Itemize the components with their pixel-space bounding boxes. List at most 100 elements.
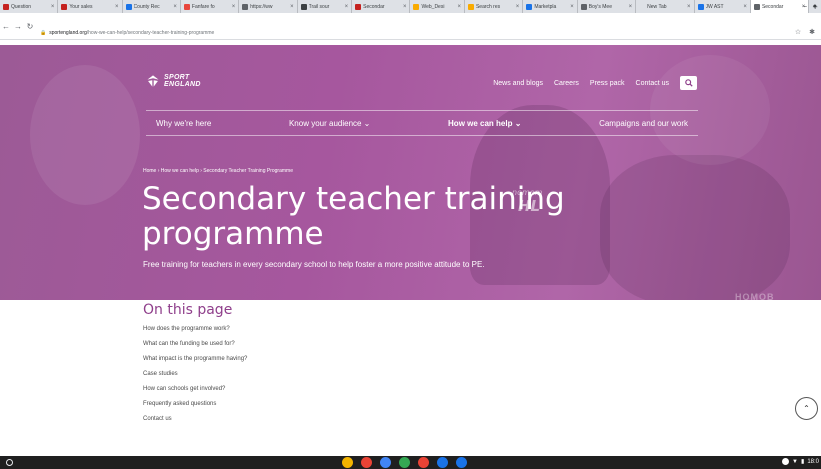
browser-tab[interactable]: Secondar × xyxy=(750,0,810,13)
search-button[interactable] xyxy=(680,76,697,90)
clock: 18:0 xyxy=(807,458,819,465)
tab-close-icon[interactable]: × xyxy=(290,4,294,10)
tab-close-icon[interactable]: × xyxy=(570,4,574,10)
tab-label: Boy's Mee xyxy=(588,3,612,10)
tab-label: Marketpla xyxy=(534,3,557,10)
hero-banner: nomem HL HOMOB SPORT ENGLAND News and bl… xyxy=(0,45,821,300)
contact-us-link[interactable]: Contact us xyxy=(636,80,669,87)
on-this-page-link[interactable]: Case studies xyxy=(143,370,247,385)
main-nav: Why we're here Know your audience ⌄ How … xyxy=(146,110,698,136)
on-this-page-link[interactable]: Frequently asked questions xyxy=(143,400,247,415)
logo-line-1: SPORT xyxy=(164,74,190,81)
browser-tab[interactable]: Your sales × xyxy=(58,0,123,13)
back-to-top-button[interactable]: ⌃ xyxy=(795,397,818,420)
on-this-page-link[interactable]: What impact is the programme having? xyxy=(143,355,247,370)
news-and-blogs-link[interactable]: News and blogs xyxy=(493,80,543,87)
page-title: Secondary teacher training programme xyxy=(142,181,565,252)
browser-tab[interactable]: Question × xyxy=(0,0,59,13)
hero-photo-shape xyxy=(30,65,140,205)
browser-tab[interactable]: Boy's Mee × xyxy=(578,0,637,13)
tab-close-icon[interactable]: × xyxy=(115,4,119,10)
tab-close-icon[interactable]: × xyxy=(51,4,55,10)
play-app-icon[interactable] xyxy=(399,457,410,468)
on-this-page-link[interactable]: How does the programme work? xyxy=(143,325,247,340)
on-this-page: On this page How does the programme work… xyxy=(143,302,247,430)
on-this-page-link[interactable]: What can the funding be used for? xyxy=(143,340,247,355)
forward-icon[interactable]: → xyxy=(12,22,24,31)
back-icon[interactable]: ← xyxy=(0,22,12,31)
url-path: /how-we-can-help/secondary-teacher-train… xyxy=(86,29,215,36)
tab-favicon-icon xyxy=(300,3,307,10)
lock-icon: 🔒 xyxy=(40,29,47,36)
tab-close-icon[interactable]: × xyxy=(232,4,236,10)
tab-favicon-icon xyxy=(413,3,420,10)
reload-icon[interactable]: ↻ xyxy=(24,22,36,31)
nav-why-were-here[interactable]: Why we're here xyxy=(156,119,211,128)
profile-icon[interactable]: ● xyxy=(813,3,817,10)
minimize-icon[interactable]: – xyxy=(803,3,807,10)
chevron-up-icon: ⌃ xyxy=(803,404,810,413)
tab-close-icon[interactable]: × xyxy=(629,4,633,10)
tab-strip: Question × Your sales × County Rec × Fanfare f… xyxy=(0,0,821,13)
url-domain: sportengland.org xyxy=(49,29,87,36)
logo-text: SPORT ENGLAND xyxy=(164,74,201,88)
camera-app-icon[interactable] xyxy=(418,457,429,468)
browser-tab[interactable]: https://ww × xyxy=(239,0,298,13)
extensions-icon[interactable]: ✱ xyxy=(809,28,815,36)
docs-app-icon[interactable] xyxy=(380,457,391,468)
browser-tab[interactable]: JW AST × xyxy=(695,0,751,13)
on-this-page-list: How does the programme work? What can th… xyxy=(143,325,247,430)
press-pack-link[interactable]: Press pack xyxy=(590,80,625,87)
sport-england-logo[interactable]: SPORT ENGLAND xyxy=(146,74,201,88)
browser-tab[interactable]: New Tab × xyxy=(636,0,695,13)
tab-close-icon[interactable]: × xyxy=(743,4,747,10)
bookmark-star-icon[interactable]: ☆ xyxy=(795,28,801,36)
breadcrumb[interactable]: Home › How we can help › Secondary Teach… xyxy=(143,168,293,174)
tab-close-icon[interactable]: × xyxy=(403,4,407,10)
logo-line-2: ENGLAND xyxy=(164,81,201,88)
tab-favicon-icon xyxy=(580,3,587,10)
wifi-icon: ▼ xyxy=(792,458,798,465)
address-actions: ☆ ✱ xyxy=(795,28,815,36)
os-taskbar: ▼ ▮ 18:0 xyxy=(0,456,821,469)
tab-label: Your sales xyxy=(69,3,93,10)
launcher-icon[interactable] xyxy=(6,459,13,466)
tab-favicon-icon xyxy=(125,3,132,10)
careers-link[interactable]: Careers xyxy=(554,80,579,87)
tab-label: Web_Desi xyxy=(421,3,445,10)
nav-how-we-can-help[interactable]: How we can help ⌄ xyxy=(448,119,521,128)
on-this-page-heading: On this page xyxy=(143,302,233,318)
files-app-icon[interactable] xyxy=(456,457,467,468)
url-field[interactable]: 🔒 sportengland.org /how-we-can-help/seco… xyxy=(40,28,214,37)
on-this-page-link[interactable]: How can schools get involved? xyxy=(143,385,247,400)
nav-campaigns[interactable]: Campaigns and our work xyxy=(599,119,688,128)
status-tray[interactable]: ▼ ▮ 18:0 xyxy=(782,458,819,465)
tab-label: County Rec xyxy=(133,3,160,10)
browser-tab[interactable]: Web_Desi × xyxy=(410,0,465,13)
messages-app-icon[interactable] xyxy=(437,457,448,468)
tab-close-icon[interactable]: × xyxy=(173,4,177,10)
tab-favicon-icon xyxy=(526,3,533,10)
browser-tab[interactable]: Secondar × xyxy=(352,0,411,13)
gmail-app-icon[interactable] xyxy=(361,457,372,468)
browser-tab[interactable]: Fanfare fo × xyxy=(181,0,240,13)
on-this-page-link[interactable]: Contact us xyxy=(143,415,247,430)
tab-label: Trail sour xyxy=(308,3,330,10)
tab-label: Search res xyxy=(475,3,501,10)
window-controls: – ● xyxy=(803,0,821,13)
tab-close-icon[interactable]: × xyxy=(687,4,691,10)
tab-label: Secondar xyxy=(761,3,784,10)
tab-favicon-icon xyxy=(355,3,362,10)
tab-label: Fanfare fo xyxy=(191,3,215,10)
browser-tab[interactable]: Marketpla × xyxy=(523,0,578,13)
chrome-app-icon[interactable] xyxy=(342,457,353,468)
tab-favicon-icon xyxy=(61,3,68,10)
browser-tab[interactable]: County Rec × xyxy=(123,0,181,13)
tab-close-icon[interactable]: × xyxy=(345,4,349,10)
browser-tab[interactable]: Search res × xyxy=(465,0,524,13)
browser-tab[interactable]: Trail sour × xyxy=(298,0,353,13)
nav-know-your-audience[interactable]: Know your audience ⌄ xyxy=(289,119,370,128)
tab-favicon-icon xyxy=(242,3,249,10)
tab-close-icon[interactable]: × xyxy=(516,4,520,10)
tab-close-icon[interactable]: × xyxy=(457,4,461,10)
